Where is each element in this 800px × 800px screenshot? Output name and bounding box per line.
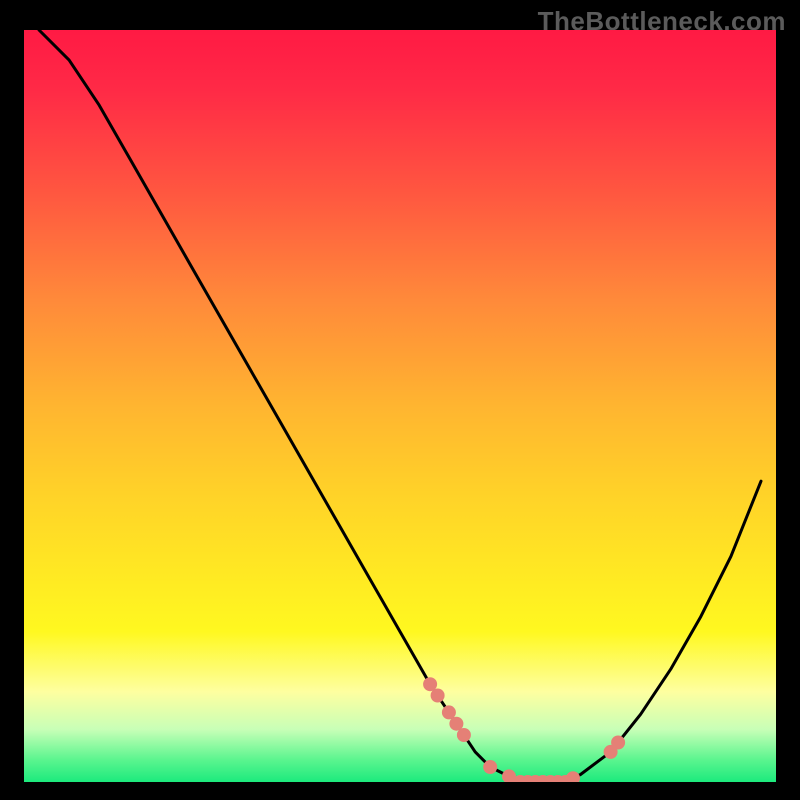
plot-area <box>24 30 776 782</box>
curve-dots <box>24 30 776 782</box>
chart-frame: TheBottleneck.com <box>0 0 800 800</box>
